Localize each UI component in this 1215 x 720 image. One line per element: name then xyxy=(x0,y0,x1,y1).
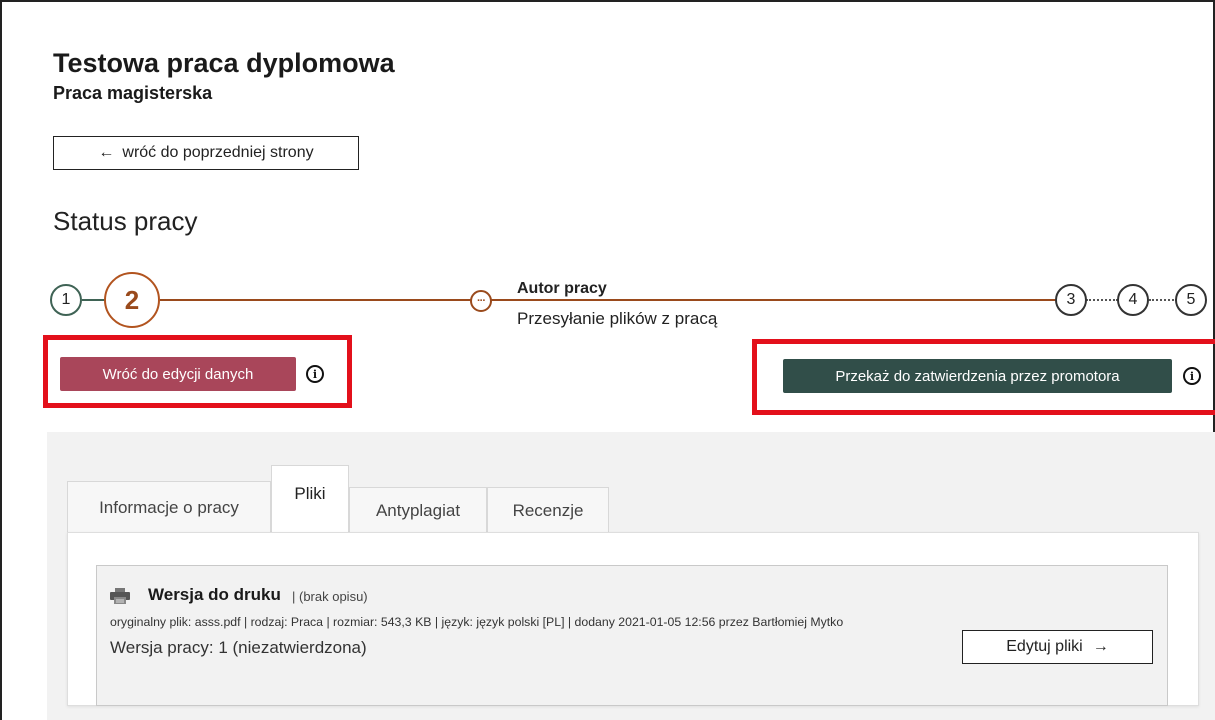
file-meta: oryginalny plik: asss.pdf | rodzaj: Prac… xyxy=(110,615,844,629)
step-4: 4 xyxy=(1117,284,1149,316)
step-2-current: 2 xyxy=(104,272,160,328)
tab-antyplagiat[interactable]: Antyplagiat xyxy=(349,487,487,533)
page-title: Testowa praca dyplomowa xyxy=(53,48,395,78)
page-subtitle: Praca magisterska xyxy=(53,83,213,103)
info-icon[interactable]: i xyxy=(1183,367,1201,385)
file-description: | (brak opisu) xyxy=(292,589,368,604)
arrow-right-icon: → xyxy=(1092,638,1109,655)
edit-files-label: Edytuj pliki xyxy=(1006,638,1083,655)
back-button[interactable]: ← wróć do poprzedniej strony xyxy=(53,136,359,170)
tab-informacje[interactable]: Informacje o pracy xyxy=(67,481,271,533)
back-button-label: wróć do poprzedniej strony xyxy=(122,144,314,161)
back-to-edit-button[interactable]: Wróć do edycji danych xyxy=(60,357,296,391)
info-icon[interactable]: i xyxy=(306,365,324,383)
current-step-role: Autor pracy xyxy=(517,280,607,297)
substep-more-icon: ··· xyxy=(470,290,492,312)
step-5: 5 xyxy=(1175,284,1207,316)
edit-files-button[interactable]: Edytuj pliki → xyxy=(962,630,1153,664)
submit-to-supervisor-button[interactable]: Przekaż do zatwierdzenia przez promotora xyxy=(783,359,1172,393)
stepper-progress-line xyxy=(160,299,1058,301)
step-3: 3 xyxy=(1055,284,1087,316)
tab-recenzje[interactable]: Recenzje xyxy=(487,487,609,533)
status-section-title: Status pracy xyxy=(53,206,198,236)
stepper-dotted-connector xyxy=(1086,299,1118,301)
printer-icon xyxy=(110,588,130,604)
file-title: Wersja do druku xyxy=(148,585,281,604)
step-1: 1 xyxy=(50,284,82,316)
stepper-dotted-connector xyxy=(1149,299,1177,301)
tab-pliki[interactable]: Pliki xyxy=(271,465,349,533)
file-version: Wersja pracy: 1 (niezatwierdzona) xyxy=(110,638,367,657)
current-step-description: Przesyłanie plików z pracą xyxy=(517,309,718,328)
arrow-left-icon: ← xyxy=(98,144,115,161)
